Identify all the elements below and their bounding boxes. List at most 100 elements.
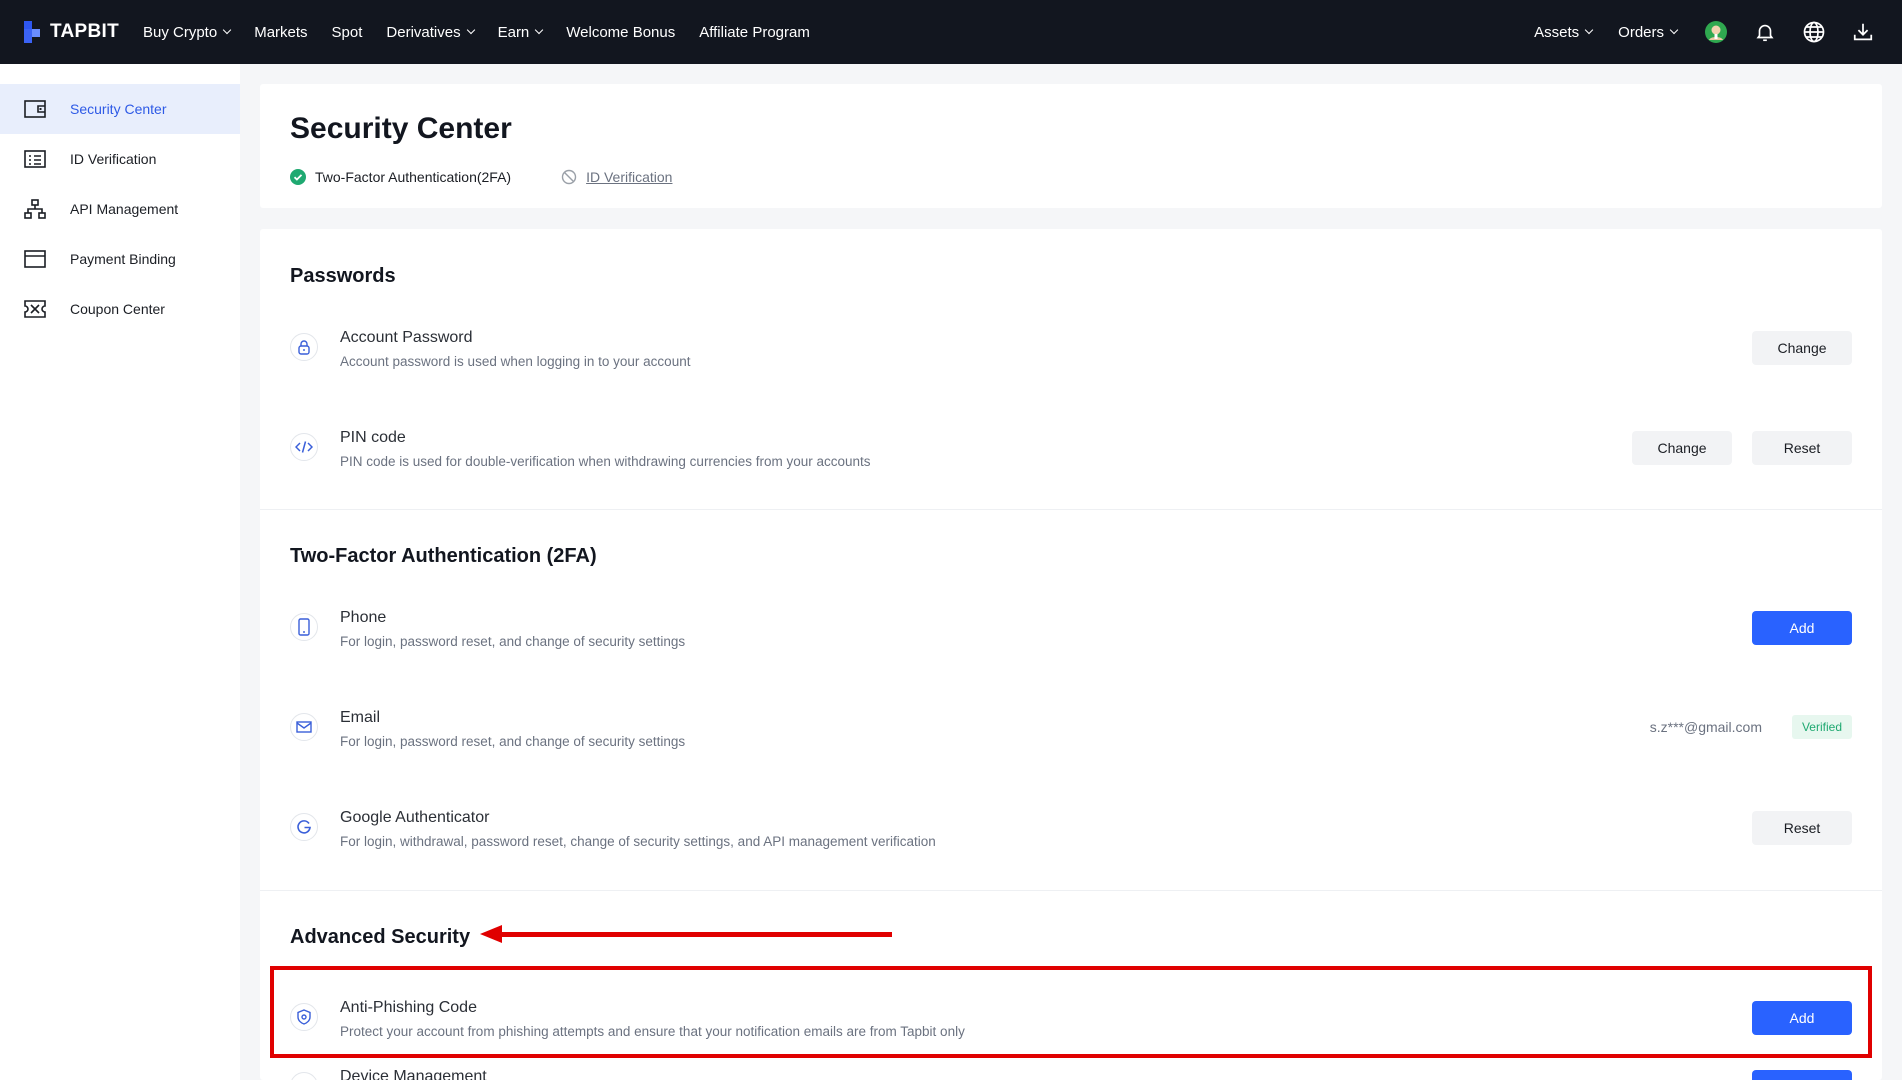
device-management-button[interactable] <box>1752 1070 1852 1080</box>
google-authenticator-title: Google Authenticator <box>340 809 490 826</box>
chevron-down-icon <box>466 25 475 35</box>
nav-earn-label: Earn <box>497 23 530 41</box>
reset-pin-button[interactable]: Reset <box>1752 431 1852 465</box>
tapbit-logo[interactable]: TAPBIT <box>24 21 119 43</box>
pin-code-title: PIN code <box>340 429 406 446</box>
nav-orders-label: Orders <box>1618 23 1664 41</box>
blocked-icon <box>561 169 577 185</box>
chevron-down-icon <box>535 25 544 35</box>
nav-affiliate-program[interactable]: Affiliate Program <box>699 24 810 41</box>
nav-buy-crypto[interactable]: Buy Crypto <box>143 23 232 41</box>
phone-title: Phone <box>340 609 387 626</box>
status-id-verification[interactable]: ID Verification <box>561 169 672 185</box>
sidebar-item-security-center[interactable]: Security Center <box>0 84 240 134</box>
sidebar-item-label: API Management <box>70 201 179 217</box>
sidebar-item-label: Security Center <box>70 101 167 117</box>
sidebar-item-id-verification[interactable]: ID Verification <box>0 134 240 184</box>
phone-icon <box>290 613 318 641</box>
lock-icon <box>290 333 318 361</box>
nav-spot[interactable]: Spot <box>332 24 363 41</box>
email-desc: For login, password reset, and change of… <box>340 734 686 749</box>
row-anti-phishing-code: Anti-Phishing Code Protect your account … <box>260 999 1882 1059</box>
account-sidebar: Security Center ID Verification API Mana… <box>0 64 240 1080</box>
row-account-password: Account Password Account password is use… <box>260 329 1882 389</box>
phone-desc: For login, password reset, and change of… <box>340 634 686 649</box>
bell-icon[interactable] <box>1752 19 1778 45</box>
nav-welcome-bonus-label: Welcome Bonus <box>566 23 676 41</box>
nav-assets-label: Assets <box>1534 23 1580 41</box>
main-menu: Buy Crypto Markets Spot Derivatives Earn… <box>143 24 834 41</box>
security-settings-card: Passwords Account Password Account passw… <box>260 229 1882 1080</box>
nav-right-group: Assets Orders <box>1534 0 1902 64</box>
row-google-authenticator: Google Authenticator For login, withdraw… <box>260 809 1882 869</box>
nav-spot-label: Spot <box>331 23 363 41</box>
annotation-arrow-head <box>480 925 502 943</box>
anti-phishing-title: Anti-Phishing Code <box>340 999 477 1016</box>
top-navigation: TAPBIT Buy Crypto Markets Spot Derivativ… <box>0 0 1902 64</box>
chevron-down-icon <box>1584 25 1594 35</box>
nav-buy-crypto-label: Buy Crypto <box>143 23 218 41</box>
shield-icon <box>290 1003 318 1031</box>
section-title-2fa: Two-Factor Authentication (2FA) <box>290 545 597 567</box>
status-2fa-label: Two-Factor Authentication(2FA) <box>315 169 512 185</box>
device-management-title: Device Management <box>340 1068 487 1080</box>
chevron-down-icon <box>222 25 232 35</box>
nav-earn[interactable]: Earn <box>497 23 544 41</box>
account-password-title: Account Password <box>340 329 473 346</box>
nav-welcome-bonus[interactable]: Welcome Bonus <box>566 24 675 41</box>
row-pin-code: PIN code PIN code is used for double-ver… <box>260 429 1882 489</box>
row-email: Email For login, password reset, and cha… <box>260 709 1882 769</box>
reset-google-authenticator-button[interactable]: Reset <box>1752 811 1852 845</box>
change-account-password-button[interactable]: Change <box>1752 331 1852 365</box>
row-phone: Phone For login, password reset, and cha… <box>260 609 1882 669</box>
account-password-desc: Account password is used when logging in… <box>340 354 691 369</box>
security-status-row: Two-Factor Authentication(2FA) ID Verifi… <box>290 169 722 185</box>
page-title: Security Center <box>290 112 512 145</box>
annotation-arrow-line <box>492 932 892 937</box>
sidebar-item-payment-binding[interactable]: Payment Binding <box>0 234 240 284</box>
logo-mark-icon <box>24 21 46 43</box>
nav-derivatives-label: Derivatives <box>386 23 461 41</box>
check-circle-icon <box>290 169 306 185</box>
nav-orders[interactable]: Orders <box>1618 23 1679 41</box>
nav-derivatives[interactable]: Derivatives <box>386 23 475 41</box>
sidebar-item-api-management[interactable]: API Management <box>0 184 240 234</box>
section-title-passwords: Passwords <box>290 265 396 287</box>
id-card-icon <box>24 148 46 170</box>
section-divider <box>260 509 1882 510</box>
coupon-icon <box>24 298 46 320</box>
device-icon <box>290 1072 318 1080</box>
api-icon <box>24 198 46 220</box>
google-authenticator-desc: For login, withdrawal, password reset, c… <box>340 834 936 849</box>
pin-code-desc: PIN code is used for double-verification… <box>340 454 871 469</box>
id-verification-link[interactable]: ID Verification <box>586 169 672 185</box>
globe-icon[interactable] <box>1801 19 1827 45</box>
sidebar-item-label: ID Verification <box>70 151 157 167</box>
wallet-icon <box>24 98 46 120</box>
section-title-advanced-security: Advanced Security <box>290 926 471 948</box>
mail-icon <box>290 713 318 741</box>
sidebar-item-label: Payment Binding <box>70 251 176 267</box>
nav-markets[interactable]: Markets <box>254 24 307 41</box>
nav-assets[interactable]: Assets <box>1534 23 1594 41</box>
section-divider <box>260 890 1882 891</box>
avatar-icon[interactable] <box>1703 19 1729 45</box>
anti-phishing-desc: Protect your account from phishing attem… <box>340 1024 965 1039</box>
sidebar-item-label: Coupon Center <box>70 301 165 317</box>
email-value: s.z***@gmail.com <box>1649 719 1762 735</box>
nav-affiliate-program-label: Affiliate Program <box>699 23 810 41</box>
google-icon <box>290 813 318 841</box>
code-icon <box>290 433 318 461</box>
row-device-management: Device Management <box>260 1068 1882 1080</box>
status-2fa: Two-Factor Authentication(2FA) <box>290 169 511 185</box>
verified-badge: Verified <box>1791 715 1852 739</box>
email-title: Email <box>340 709 381 726</box>
add-phone-button[interactable]: Add <box>1752 611 1852 645</box>
chevron-down-icon <box>1669 25 1679 35</box>
security-header-card: Security Center <box>260 84 1882 208</box>
sidebar-item-coupon-center[interactable]: Coupon Center <box>0 284 240 334</box>
add-anti-phishing-code-button[interactable]: Add <box>1752 1001 1852 1035</box>
logo-text: TAPBIT <box>50 21 119 42</box>
download-icon[interactable] <box>1850 19 1876 45</box>
change-pin-button[interactable]: Change <box>1632 431 1732 465</box>
